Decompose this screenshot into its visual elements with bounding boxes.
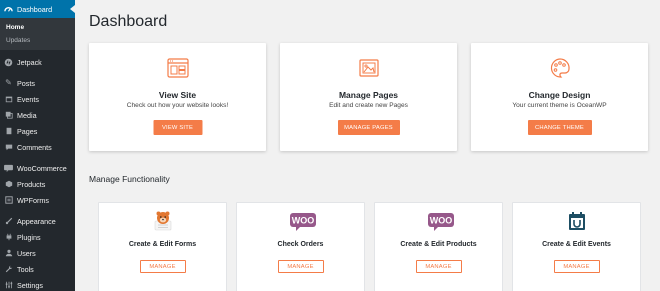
sidebar-item-label: Products: [17, 179, 46, 189]
sidebar-item-jetpack[interactable]: Jetpack: [0, 54, 75, 70]
sidebar-item-label: Users: [17, 248, 36, 258]
admin-sidebar: Dashboard Home Updates Jetpack ✎ Posts E…: [0, 0, 75, 291]
sidebar-item-users[interactable]: Users: [0, 245, 75, 261]
wpforms-icon: [4, 196, 13, 205]
calendar-icon: [4, 95, 13, 104]
sidebar-item-settings[interactable]: Settings: [0, 277, 75, 291]
manage-forms-button[interactable]: MANAGE: [139, 260, 186, 273]
sidebar-item-label: Dashboard: [17, 4, 53, 14]
manage-pages-card: Manage Pages Edit and create new Pages M…: [280, 43, 457, 151]
card-title: Check Orders: [277, 241, 324, 248]
sidebar-item-label: Jetpack: [17, 57, 42, 67]
media-icon: [4, 111, 13, 120]
page-title: Dashboard: [89, 13, 168, 30]
sidebar-item-media[interactable]: Media: [0, 107, 75, 123]
browser-window-icon: [166, 56, 190, 80]
sidebar-item-label: Appearance: [17, 216, 56, 226]
card-description: Check out how your website looks!: [126, 102, 229, 109]
change-design-card: Change Design Your current theme is Ocea…: [471, 43, 648, 151]
sidebar-item-label: Settings: [17, 280, 43, 290]
card-title: Manage Pages: [338, 90, 399, 100]
card-title: Create & Edit Forms: [128, 241, 197, 248]
orders-card: WOO Check Orders MANAGE: [236, 202, 365, 291]
palette-icon: [548, 56, 572, 80]
sidebar-item-label: WooCommerce: [17, 163, 67, 173]
sidebar-item-products[interactable]: Products: [0, 176, 75, 192]
sidebar-item-appearance[interactable]: Appearance: [0, 213, 75, 229]
plugin-icon: [4, 233, 13, 242]
sidebar-item-label: Pages: [17, 126, 38, 136]
svg-text:WOO: WOO: [429, 216, 452, 226]
sidebar-item-events[interactable]: Events: [0, 91, 75, 107]
woocommerce-icon: [4, 164, 13, 173]
change-theme-button[interactable]: CHANGE THEME: [527, 120, 592, 135]
manage-pages-button[interactable]: MANAGE PAGES: [337, 120, 400, 135]
sidebar-item-label: Tools: [17, 264, 34, 274]
events-calendar-icon: [566, 210, 588, 232]
sidebar-item-plugins[interactable]: Plugins: [0, 229, 75, 245]
view-site-card: View Site Check out how your website loo…: [89, 43, 266, 151]
woo-logo-icon: WOO: [427, 210, 454, 232]
sidebar-item-woocommerce[interactable]: WooCommerce: [0, 160, 75, 176]
sidebar-item-dashboard[interactable]: Dashboard: [0, 0, 75, 18]
main-content: Dashboard View Site Check out how your w…: [75, 0, 660, 291]
dashboard-icon: [4, 5, 13, 14]
settings-icon: [4, 281, 13, 290]
sidebar-item-comments[interactable]: Comments: [0, 139, 75, 155]
woo-logo-icon: WOO: [289, 210, 316, 232]
sidebar-item-label: Comments: [17, 142, 52, 152]
products-icon: [4, 180, 13, 189]
jetpack-icon: [4, 58, 13, 67]
products-card: WOO Create & Edit Products MANAGE: [374, 202, 503, 291]
manage-events-button[interactable]: MANAGE: [553, 260, 600, 273]
card-title: Create & Edit Products: [400, 241, 477, 248]
sidebar-item-label: Events: [17, 94, 39, 104]
sidebar-item-wpforms[interactable]: WPForms: [0, 192, 75, 208]
image-document-icon: [357, 56, 381, 80]
sidebar-item-label: WPForms: [17, 195, 49, 205]
manage-orders-button[interactable]: MANAGE: [277, 260, 324, 273]
forms-card: Create & Edit Forms MANAGE: [98, 202, 227, 291]
submenu-home[interactable]: Home: [0, 21, 75, 34]
users-icon: [4, 249, 13, 258]
wpforms-bear-icon: [152, 210, 174, 232]
sidebar-item-tools[interactable]: Tools: [0, 261, 75, 277]
pages-icon: [4, 127, 13, 136]
card-title: Change Design: [528, 90, 591, 100]
card-title: Create & Edit Events: [542, 241, 611, 248]
section-title: Manage Functionality: [89, 174, 170, 184]
wrench-icon: [4, 265, 13, 274]
card-description: Edit and create new Pages: [329, 102, 408, 109]
sidebar-item-label: Plugins: [17, 232, 41, 242]
view-site-button[interactable]: VIEW SITE: [153, 120, 202, 135]
sidebar-item-label: Media: [17, 110, 37, 120]
submenu-updates[interactable]: Updates: [0, 34, 75, 47]
pushpin-icon: ✎: [5, 78, 12, 87]
comment-icon: [4, 143, 13, 152]
brush-icon: [4, 217, 13, 226]
sidebar-item-posts[interactable]: ✎ Posts: [0, 75, 75, 91]
svg-text:WOO: WOO: [291, 216, 314, 226]
sidebar-item-label: Posts: [17, 78, 35, 88]
manage-products-button[interactable]: MANAGE: [415, 260, 462, 273]
sidebar-item-pages[interactable]: Pages: [0, 123, 75, 139]
dashboard-submenu: Home Updates: [0, 18, 75, 50]
card-description: Your current theme is OceanWP: [512, 102, 607, 109]
card-title: View Site: [158, 90, 197, 100]
events-card: Create & Edit Events MANAGE: [512, 202, 641, 291]
